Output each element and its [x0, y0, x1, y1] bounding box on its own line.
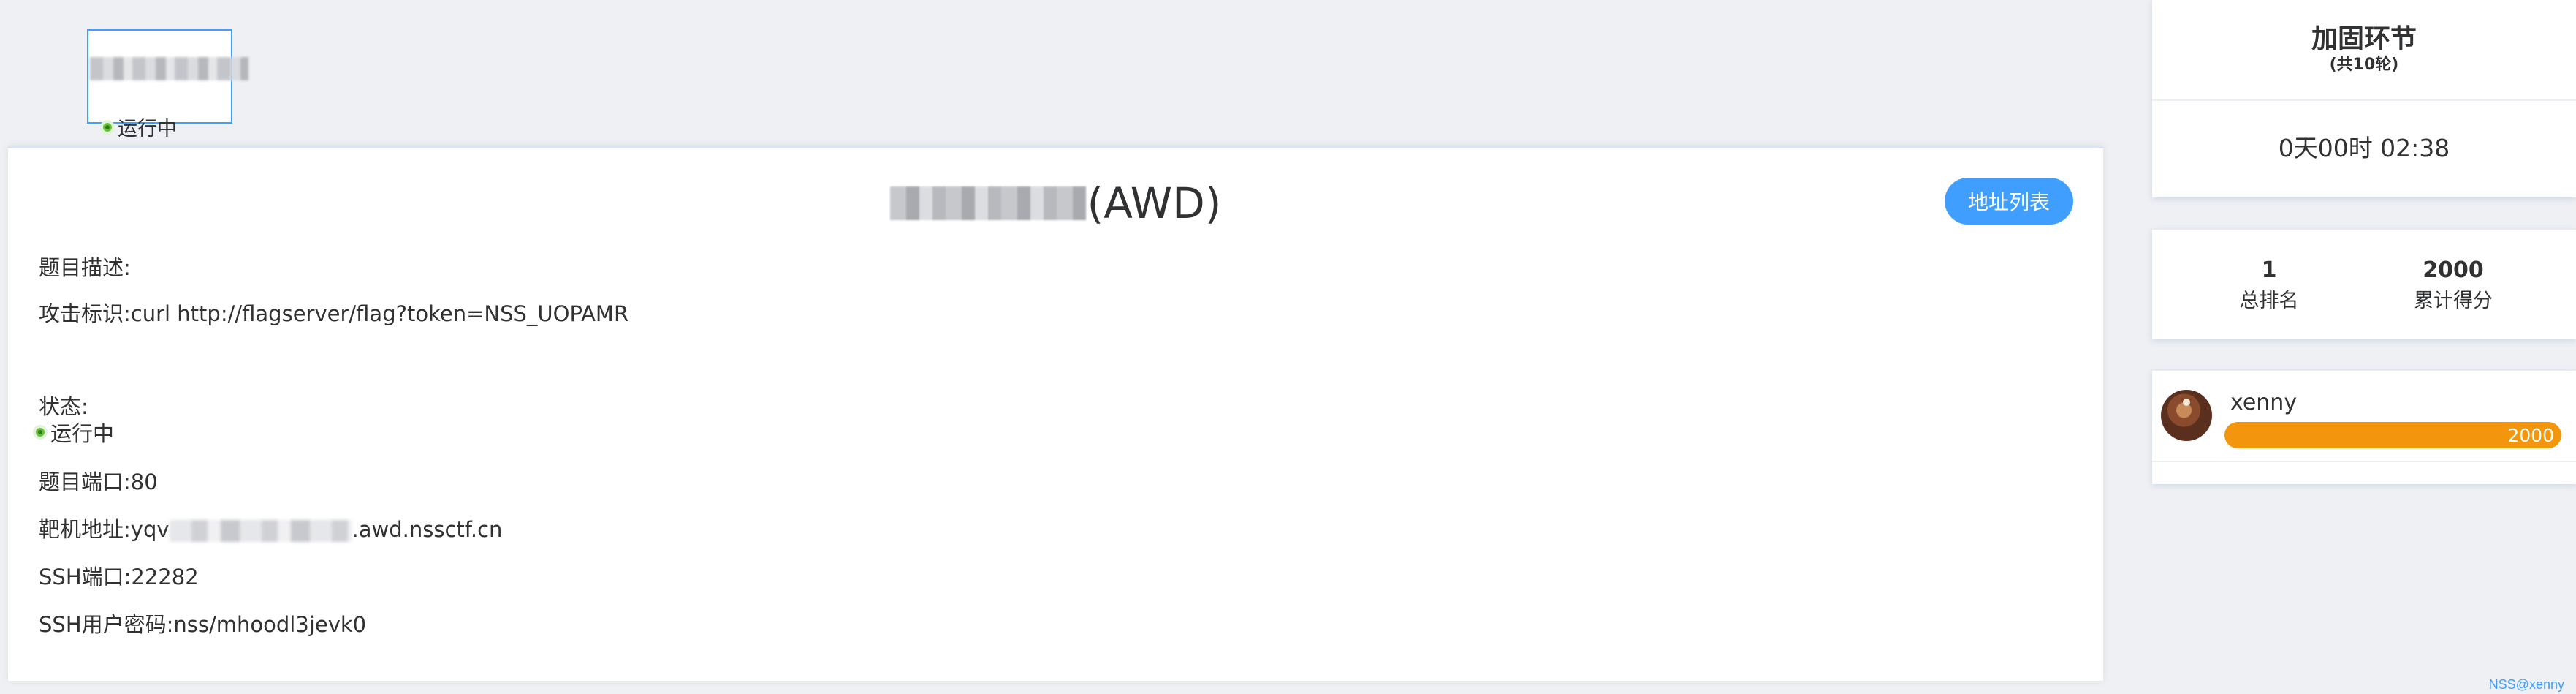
- status-label: 状态:: [39, 394, 88, 419]
- user-score-card: xenny 2000: [2152, 371, 2576, 484]
- ssh-cred-value: nss/mhoodl3jevk0: [173, 612, 367, 637]
- running-status-icon: [103, 122, 112, 132]
- redacted-target-host: [169, 520, 352, 542]
- round-timer: 0天00时 02:38: [2278, 134, 2450, 162]
- stats-card: 1 总排名 2000 累计得分: [2152, 230, 2576, 339]
- challenge-title-suffix: (AWD): [1087, 178, 1222, 228]
- score-stat: 2000 累计得分: [2380, 257, 2526, 313]
- status-value: 运行中: [50, 421, 115, 446]
- redacted-title-text: [889, 186, 1086, 220]
- redacted-challenge-name: [90, 57, 248, 80]
- footer-credit: NSS@xenny: [2488, 677, 2564, 692]
- address-list-button[interactable]: 地址列表: [1945, 178, 2073, 225]
- target-label: 靶机地址:: [39, 517, 131, 542]
- attack-flag-row: 攻击标识:curl http://flagserver/flag?token=N…: [39, 297, 628, 328]
- divider: [2152, 99, 2576, 101]
- challenge-detail-panel: (AWD) 地址列表 题目描述: 攻击标识:curl http://flagse…: [8, 146, 2103, 681]
- round-title: 加固环节: [2311, 24, 2417, 54]
- rank-value: 1: [2261, 257, 2277, 283]
- avatar: [2161, 390, 2212, 441]
- challenge-status-text: 运行中: [118, 118, 177, 140]
- round-card: 加固环节 (共10轮) 0天00时 02:38: [2152, 0, 2576, 197]
- ssh-port-value: 22282: [131, 565, 199, 589]
- ssh-credentials-row: SSH用户密码:nss/mhoodl3jevk0: [39, 608, 366, 638]
- port-label: 题目端口:: [39, 469, 131, 494]
- attack-label: 攻击标识:: [39, 301, 131, 326]
- challenge-card[interactable]: 运行中: [87, 29, 248, 140]
- status-label-row: 状态:: [39, 390, 88, 420]
- round-subtitle: (共10轮): [2329, 56, 2399, 74]
- port-value: 80: [130, 469, 158, 494]
- ssh-port-row: SSH端口:22282: [39, 560, 199, 591]
- target-prefix: yqv: [130, 517, 170, 542]
- challenge-status: 运行中: [103, 113, 177, 141]
- score-progress-text: 2000: [2507, 425, 2554, 446]
- attack-value: curl http://flagserver/flag?token=NSS_UO…: [130, 301, 629, 326]
- ssh-port-label: SSH端口:: [39, 565, 132, 589]
- description-label: 题目描述:: [39, 255, 131, 280]
- ssh-cred-label: SSH用户密码:: [39, 612, 174, 637]
- status-row: 运行中: [36, 417, 114, 448]
- port-row: 题目端口:80: [39, 465, 158, 496]
- running-status-icon: [36, 428, 45, 437]
- score-value: 2000: [2423, 257, 2484, 283]
- score-progress-bar: 2000: [2224, 422, 2561, 448]
- rank-stat: 1 总排名: [2196, 257, 2342, 313]
- challenge-title: (AWD): [8, 178, 2103, 229]
- username: xenny: [2230, 390, 2298, 415]
- score-label: 累计得分: [2414, 290, 2493, 312]
- page: 运行中 (AWD) 地址列表 题目描述: 攻击标识:curl http://fl…: [0, 0, 2576, 694]
- rank-label: 总排名: [2239, 290, 2299, 312]
- target-suffix: .awd.nssctf.cn: [352, 517, 503, 542]
- description-row: 题目描述:: [39, 251, 131, 282]
- target-address-row: 靶机地址:yqv .awd.nssctf.cn: [39, 513, 502, 543]
- divider: [2152, 461, 2576, 462]
